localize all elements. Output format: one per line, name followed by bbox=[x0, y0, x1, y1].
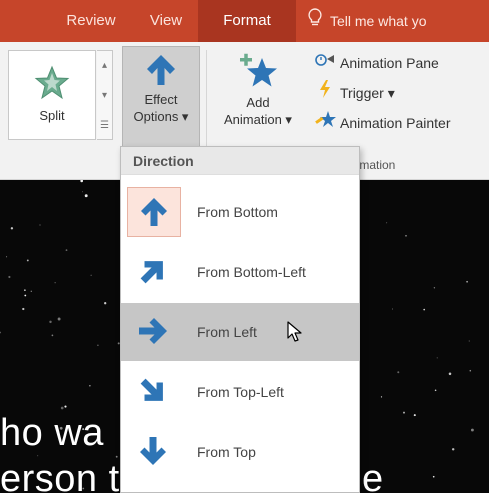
gallery-scrollbar[interactable]: ▴ ▾ ☰ bbox=[97, 50, 113, 140]
add-animation-label-2: Animation ▾ bbox=[224, 112, 292, 127]
direction-label: From Top bbox=[197, 444, 256, 460]
star-dot bbox=[405, 235, 407, 237]
gallery-scroll-up-button[interactable]: ▴ bbox=[97, 51, 112, 81]
star-dot bbox=[54, 282, 56, 284]
star-dot bbox=[466, 280, 468, 283]
animation-painter-button[interactable]: Animation Painter bbox=[314, 110, 451, 134]
direction-from-bottom[interactable]: From Bottom bbox=[121, 183, 359, 241]
star-dot bbox=[49, 320, 52, 324]
star-dot bbox=[97, 344, 99, 346]
star-dot bbox=[413, 414, 416, 417]
star-dot bbox=[468, 340, 470, 342]
star-dot bbox=[64, 405, 67, 408]
star-dot bbox=[10, 227, 14, 230]
star-dot bbox=[0, 331, 1, 334]
direction-from-bottom-left[interactable]: From Bottom-Left bbox=[121, 243, 359, 301]
effect-options-label-1: Effect bbox=[144, 92, 178, 107]
animation-painter-icon bbox=[314, 110, 336, 135]
direction-from-top-left[interactable]: From Top-Left bbox=[121, 363, 359, 421]
star-dot bbox=[434, 389, 437, 392]
tab-review[interactable]: Review bbox=[48, 0, 134, 42]
direction-label: From Top-Left bbox=[197, 384, 284, 400]
tab-view[interactable]: View bbox=[134, 0, 198, 42]
star-dot bbox=[8, 275, 11, 279]
ribbon-group-divider bbox=[206, 50, 207, 156]
star-dot bbox=[90, 274, 92, 276]
star-dot bbox=[24, 289, 26, 291]
star-dot bbox=[403, 411, 405, 414]
trigger-button[interactable]: Trigger ▾ bbox=[314, 80, 395, 104]
gallery-item-split[interactable]: Split bbox=[13, 55, 91, 135]
animation-painter-label: Animation Painter bbox=[340, 115, 451, 131]
arrow-up-icon bbox=[127, 187, 181, 237]
gallery-more-button[interactable]: ☰ bbox=[97, 111, 112, 141]
add-animation-label-1: Add bbox=[246, 95, 270, 110]
direction-label: From Bottom-Left bbox=[197, 264, 306, 280]
star-dot bbox=[24, 294, 27, 297]
slide-text-line-2: erson t bbox=[0, 458, 120, 493]
lightbulb-icon bbox=[306, 0, 324, 42]
star-dot bbox=[104, 302, 107, 305]
star-dot bbox=[84, 194, 88, 198]
star-dot bbox=[380, 396, 383, 398]
add-animation-button[interactable]: Add Animation ▾ bbox=[212, 46, 304, 150]
arrow-up-icon bbox=[147, 55, 175, 85]
star-dot bbox=[51, 334, 54, 337]
star-dot bbox=[39, 224, 41, 226]
gallery-item-label: Split bbox=[39, 108, 65, 123]
effect-options-label-2: Options ▾ bbox=[133, 109, 189, 124]
split-star-icon bbox=[34, 65, 70, 100]
star-dot bbox=[60, 406, 64, 410]
ribbon-tab-strip: Review View Format Tell me what yo bbox=[0, 0, 489, 42]
direction-label: From Left bbox=[197, 324, 257, 340]
star-dot bbox=[469, 369, 472, 372]
star-dot bbox=[448, 372, 452, 376]
star-dot bbox=[82, 191, 83, 193]
star-dot bbox=[89, 385, 91, 387]
star-dot bbox=[392, 308, 393, 310]
gallery-scroll-down-button[interactable]: ▾ bbox=[97, 81, 112, 111]
direction-from-left[interactable]: From Left bbox=[121, 303, 359, 361]
tell-me-box[interactable]: Tell me what yo bbox=[306, 0, 426, 42]
animation-pane-button[interactable]: Animation Pane bbox=[314, 50, 439, 74]
star-dot bbox=[436, 357, 438, 359]
star-dot bbox=[423, 308, 426, 311]
star-dot bbox=[22, 307, 25, 311]
star-dot bbox=[57, 317, 61, 321]
star-dot bbox=[451, 448, 455, 451]
lightning-icon bbox=[314, 80, 336, 105]
direction-label: From Bottom bbox=[197, 204, 278, 220]
slide-text-line-2-tail: e bbox=[362, 458, 384, 493]
slide-text-line-1: ho wa bbox=[0, 412, 104, 454]
effect-options-button[interactable]: Effect Options ▾ bbox=[122, 46, 200, 150]
mouse-pointer-icon bbox=[287, 321, 303, 348]
arrow-up-right-icon bbox=[127, 247, 181, 297]
animation-pane-icon bbox=[314, 50, 336, 75]
star-dot bbox=[80, 180, 84, 183]
star-dot bbox=[37, 455, 39, 457]
star-dot bbox=[6, 256, 8, 258]
animation-gallery: Split bbox=[8, 50, 96, 140]
arrow-down-right-icon bbox=[127, 367, 181, 417]
tab-format[interactable]: Format bbox=[198, 0, 296, 42]
trigger-label: Trigger ▾ bbox=[340, 85, 395, 101]
animation-pane-label: Animation Pane bbox=[340, 55, 439, 71]
star-dot bbox=[65, 249, 68, 251]
star-dot bbox=[26, 259, 29, 262]
arrow-down-icon bbox=[127, 427, 181, 477]
star-dot bbox=[470, 428, 474, 432]
arrow-right-icon bbox=[127, 307, 181, 357]
star-dot bbox=[433, 287, 436, 289]
tell-me-text: Tell me what yo bbox=[330, 13, 427, 29]
star-dot bbox=[386, 222, 388, 224]
direction-dropdown: Direction From Bottom From Bottom-Left F… bbox=[120, 146, 360, 493]
direction-header: Direction bbox=[121, 147, 359, 175]
star-dot bbox=[432, 475, 435, 478]
add-animation-star-icon bbox=[240, 53, 277, 87]
star-dot bbox=[397, 371, 400, 374]
direction-from-top[interactable]: From Top bbox=[121, 423, 359, 481]
star-dot bbox=[30, 290, 32, 292]
